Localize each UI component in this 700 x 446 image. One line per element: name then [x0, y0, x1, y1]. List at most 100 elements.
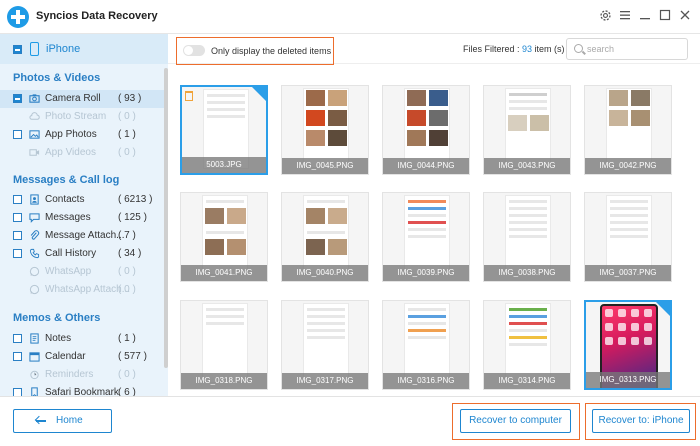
safari-bookmark-checkbox[interactable]	[13, 388, 22, 396]
sidebar-item-safari-bookmark[interactable]: Safari Bookmark ( 6 )	[0, 384, 164, 396]
arrow-left-icon	[36, 420, 46, 422]
thumbnail-image	[404, 303, 450, 383]
thumbnail[interactable]: IMG_0039.PNG	[382, 192, 470, 282]
sidebar-item-app-videos: App Videos ( 0 )	[0, 144, 164, 162]
sidebar-item-calendar[interactable]: Calendar ( 577 )	[0, 348, 164, 366]
search-input[interactable]	[587, 42, 683, 56]
whatsapp-icon	[29, 266, 40, 277]
sidebar-item-label: WhatsApp	[45, 266, 92, 277]
sidebar-item-label: Messages	[45, 212, 91, 223]
video-icon	[29, 147, 40, 158]
toolbar: Only display the deleted items Files Fil…	[168, 34, 700, 65]
sidebar-item-call-history[interactable]: Call History ( 34 )	[0, 245, 164, 263]
sidebar-item-label: Camera Roll	[45, 93, 101, 104]
calendar-checkbox[interactable]	[13, 352, 22, 361]
minimize-icon[interactable]	[638, 9, 652, 23]
recover-to-device-button[interactable]: Recover to: iPhone	[592, 409, 690, 433]
thumbnail[interactable]: IMG_0318.PNG	[180, 300, 268, 390]
search-icon	[574, 44, 583, 53]
sidebar-item-app-photos[interactable]: App Photos ( 1 )	[0, 126, 164, 144]
app-title: Syncios Data Recovery	[36, 10, 158, 22]
message-attachments-checkbox[interactable]	[13, 231, 22, 240]
thumbnail[interactable]: IMG_0316.PNG	[382, 300, 470, 390]
call-history-checkbox[interactable]	[13, 249, 22, 258]
recover-to-computer-button[interactable]: Recover to computer	[460, 409, 571, 433]
sidebar-item-count: ( 6 )	[118, 387, 136, 396]
thumbnail-caption: IMG_0045.PNG	[282, 158, 368, 174]
files-filtered: Files Filtered : 93 item (s)	[463, 44, 565, 54]
thumbnail[interactable]: IMG_0044.PNG	[382, 85, 470, 175]
sidebar-item-reminders: Reminders ( 0 )	[0, 366, 164, 384]
home-button[interactable]: Home	[13, 409, 112, 433]
sidebar-item-count: ( 34 )	[118, 248, 142, 259]
sidebar-item-message-attachments[interactable]: Message Attach... ( 7 )	[0, 227, 164, 245]
contacts-checkbox[interactable]	[13, 195, 22, 204]
whatsapp-icon	[29, 284, 40, 295]
files-filtered-suffix: item (s)	[532, 44, 565, 54]
thumbnail[interactable]: 5003.JPG	[180, 85, 268, 175]
thumbnail[interactable]: IMG_0037.PNG	[584, 192, 672, 282]
thumbnail-caption: IMG_0039.PNG	[383, 265, 469, 281]
maximize-icon[interactable]	[658, 9, 672, 23]
thumbnail[interactable]: IMG_0314.PNG	[483, 300, 571, 390]
files-filtered-count: 93	[522, 44, 533, 54]
thumbnail[interactable]: IMG_0041.PNG	[180, 192, 268, 282]
title-bar: Syncios Data Recovery	[0, 0, 700, 34]
group-memos-others: Memos & Others	[13, 312, 101, 324]
sidebar-item-notes[interactable]: Notes ( 1 )	[0, 330, 164, 348]
thumbnail-image	[303, 88, 349, 168]
camera-roll-checkbox[interactable]	[13, 94, 22, 103]
thumbnail-image	[404, 195, 450, 275]
gear-icon[interactable]	[598, 9, 612, 23]
sidebar-item-count: ( 0 )	[118, 111, 136, 122]
thumbnail[interactable]: IMG_0045.PNG	[281, 85, 369, 175]
message-icon	[29, 212, 40, 223]
device-name: iPhone	[46, 43, 81, 55]
thumbnail[interactable]: IMG_0317.PNG	[281, 300, 369, 390]
sidebar-item-count: ( 0 )	[118, 147, 136, 158]
device-row[interactable]: iPhone	[0, 34, 168, 64]
thumbnail-caption: IMG_0038.PNG	[484, 265, 570, 281]
thumbnail[interactable]: IMG_0313.PNG	[584, 300, 672, 390]
trash-icon	[185, 91, 193, 101]
deleted-only-toggle[interactable]	[183, 45, 205, 56]
sidebar-item-count: ( 6213 )	[118, 194, 153, 205]
home-button-label: Home	[56, 415, 83, 426]
sidebar-item-label: App Videos	[45, 147, 96, 158]
files-filtered-prefix: Files Filtered :	[463, 44, 523, 54]
sidebar-item-count: ( 1 )	[118, 129, 136, 140]
app-photos-checkbox[interactable]	[13, 130, 22, 139]
deleted-only-label: Only display the deleted items	[211, 46, 332, 56]
sidebar-item-label: Reminders	[45, 369, 94, 380]
sidebar-item-messages[interactable]: Messages ( 125 )	[0, 209, 164, 227]
sidebar-item-count: ( 0 )	[118, 284, 136, 295]
thumbnail[interactable]: IMG_0043.PNG	[483, 85, 571, 175]
thumbnail-caption: IMG_0317.PNG	[282, 373, 368, 389]
thumbnail-caption: IMG_0041.PNG	[181, 265, 267, 281]
thumbnail[interactable]: IMG_0038.PNG	[483, 192, 571, 282]
sidebar-item-count: ( 93 )	[118, 93, 142, 104]
sidebar-item-label: Notes	[45, 333, 72, 344]
thumbnail-caption: IMG_0043.PNG	[484, 158, 570, 174]
thumbnail-image	[606, 195, 652, 275]
notes-checkbox[interactable]	[13, 334, 22, 343]
sidebar-item-photo-stream: Photo Stream ( 0 )	[0, 108, 164, 126]
sidebar-item-camera-roll[interactable]: Camera Roll ( 93 )	[0, 90, 164, 108]
thumbnail-caption: 5003.JPG	[182, 157, 266, 173]
close-icon[interactable]	[678, 9, 692, 23]
thumbnail[interactable]: IMG_0040.PNG	[281, 192, 369, 282]
sidebar: iPhone Photos & Videos Camera Roll ( 93 …	[0, 34, 168, 396]
messages-checkbox[interactable]	[13, 213, 22, 222]
paperclip-icon	[29, 230, 40, 241]
sidebar-item-whatsapp-attachments: WhatsApp Attach... ( 0 )	[0, 281, 164, 299]
hamburger-icon[interactable]	[618, 9, 632, 23]
app-logo-icon	[7, 6, 29, 28]
group-photos-videos: Photos & Videos	[13, 72, 101, 84]
sidebar-item-count: ( 577 )	[118, 351, 147, 362]
device-checkbox[interactable]	[13, 45, 22, 54]
thumbnail[interactable]: IMG_0042.PNG	[584, 85, 672, 175]
sidebar-item-contacts[interactable]: Contacts ( 6213 )	[0, 191, 164, 209]
search-box[interactable]	[566, 38, 688, 60]
sidebar-item-count: ( 125 )	[118, 212, 147, 223]
thumbnail-image	[303, 195, 349, 275]
